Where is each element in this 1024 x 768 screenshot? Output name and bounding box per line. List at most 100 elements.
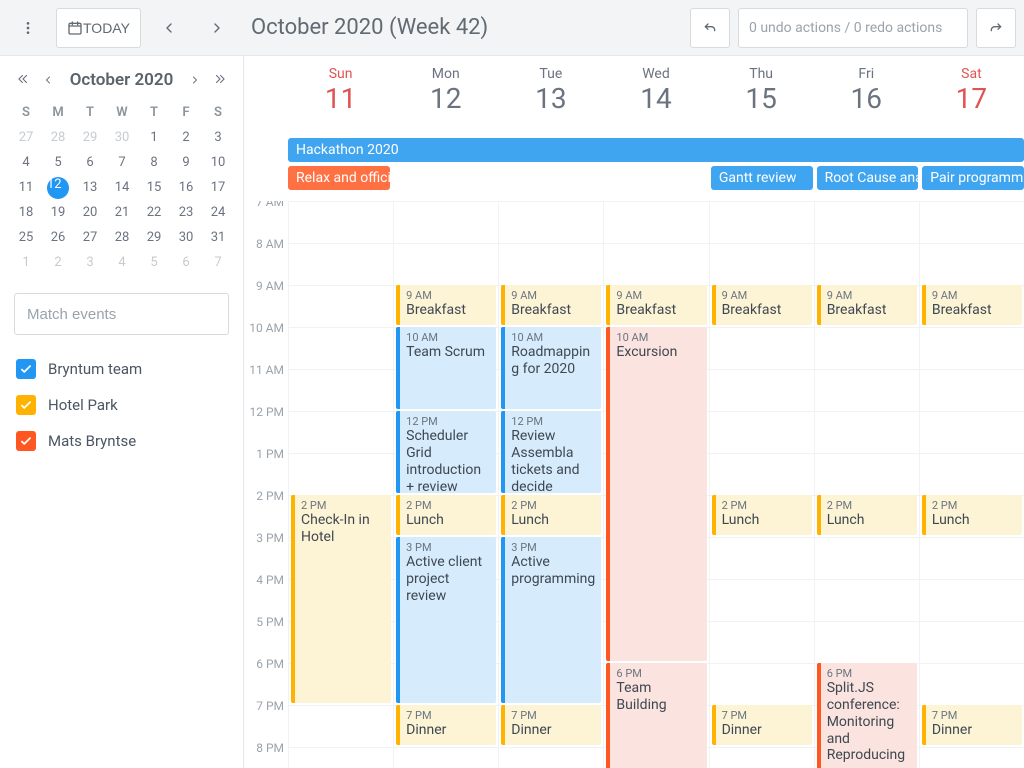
day-column[interactable]: 2 PMCheck-In in Hotel [288,201,393,768]
calendar-event[interactable]: 12 PMScheduler Grid introduction + revie… [396,411,496,493]
mini-day[interactable]: 27 [74,225,106,250]
mini-day[interactable]: 5 [42,150,74,175]
calendar-event[interactable]: 9 AMBreakfast [712,285,812,325]
mini-day[interactable]: 19 [42,200,74,225]
calendar-event[interactable]: 7 PMDinner [712,705,812,745]
day-column[interactable]: 9 AMBreakfast 2 PMLunch 7 PMDinner [919,201,1024,768]
mini-day[interactable]: 1 [10,250,42,275]
calendar-event[interactable]: 9 AMBreakfast [501,285,601,325]
mini-day[interactable]: 5 [138,250,170,275]
calendar-event[interactable]: 9 AMBreakfast [606,285,706,325]
resource-checkbox[interactable] [16,395,36,415]
allday-event-root[interactable]: Root Cause analysis [817,166,919,190]
day-header-cell[interactable]: Sat17 [919,56,1024,138]
mini-day[interactable]: 18 [10,200,42,225]
resource-checkbox[interactable] [16,359,36,379]
mini-day[interactable]: 25 [10,225,42,250]
today-button[interactable]: TODAY [56,8,141,48]
prev-week-button[interactable] [149,8,189,48]
calendar-event[interactable]: 10 AMTeam Scrum [396,327,496,409]
mini-day[interactable]: 28 [42,125,74,150]
resource-row[interactable]: Bryntum team [14,351,229,387]
mini-day[interactable]: 26 [42,225,74,250]
mini-day[interactable]: 22 [138,200,170,225]
mini-day[interactable]: 29 [138,225,170,250]
calendar-event[interactable]: 9 AMBreakfast [922,285,1022,325]
search-input[interactable] [14,293,229,335]
more-menu-button[interactable] [8,8,48,48]
mini-day[interactable]: 30 [170,225,202,250]
calendar-event[interactable]: 2 PMLunch [396,495,496,535]
day-column[interactable]: 9 AMBreakfast 2 PMLunch 6 PMSplit.JS confe… [814,201,919,768]
mini-next-month-button[interactable] [189,71,201,90]
mini-day[interactable]: 15 [138,175,170,200]
mini-day[interactable]: 30 [106,125,138,150]
calendar-event[interactable]: 2 PMLunch [922,495,1022,535]
mini-day[interactable]: 21 [106,200,138,225]
mini-day[interactable]: 13 [74,175,106,200]
allday-event-relax[interactable]: Relax and official arrival beer [288,166,390,190]
allday-event-hackathon[interactable]: Hackathon 2020 [288,138,1024,162]
mini-day[interactable]: 16 [170,175,202,200]
day-column[interactable]: 9 AMBreakfast 2 PMLunch 7 PMDinner [709,201,814,768]
day-header-cell[interactable]: Sun11 [288,56,393,138]
calendar-event[interactable]: 9 AMBreakfast [817,285,917,325]
mini-calendar-grid[interactable]: SMTWTFS272829301234567891011121314151617… [10,100,233,275]
resource-checkbox[interactable] [16,431,36,451]
calendar-event[interactable]: 6 PMTeam Building [606,663,706,768]
calendar-event[interactable]: 2 PMCheck-In in Hotel [291,495,391,703]
mini-day[interactable]: 23 [170,200,202,225]
mini-day[interactable]: 11 [10,175,42,200]
mini-day[interactable]: 2 [170,125,202,150]
allday-event-gantt[interactable]: Gantt review [711,166,813,190]
day-header-cell[interactable]: Thu15 [709,56,814,138]
mini-day[interactable]: 17 [202,175,234,200]
next-week-button[interactable] [197,8,237,48]
calendar-event[interactable]: 2 PMLunch [501,495,601,535]
day-header-cell[interactable]: Fri16 [814,56,919,138]
calendar-event[interactable]: 10 AMRoadmapping for 2020 [501,327,601,409]
resource-row[interactable]: Mats Bryntse [14,423,229,459]
time-grid[interactable]: 7 AM8 AM9 AM10 AM11 AM12 PM1 PM2 PM3 PM4… [244,201,1024,768]
undo-history-combo[interactable]: 0 undo actions / 0 redo actions [738,8,968,48]
mini-day[interactable]: 24 [202,200,234,225]
mini-day[interactable]: 28 [106,225,138,250]
day-column[interactable]: 9 AMBreakfast10 AMExcursion6 PMTeam Buil… [603,201,708,768]
mini-day[interactable]: 12 [42,175,74,200]
day-column[interactable]: 9 AMBreakfast10 AMTeam Scrum12 PMSchedul… [393,201,498,768]
calendar-event[interactable]: 7 PMDinner [922,705,1022,745]
calendar-event[interactable]: 6 PMSplit.JS conference: Monitoring and … [817,663,917,768]
mini-day[interactable]: 4 [106,250,138,275]
day-header-cell[interactable]: Tue13 [498,56,603,138]
mini-prev-year-button[interactable] [16,71,30,90]
mini-day[interactable]: 14 [106,175,138,200]
day-header-cell[interactable]: Wed14 [603,56,708,138]
redo-button[interactable] [976,8,1016,48]
allday-event-pair[interactable]: Pair programming [922,166,1024,190]
calendar-event[interactable]: 2 PMLunch [712,495,812,535]
calendar-event[interactable]: 9 AMBreakfast [396,285,496,325]
mini-day[interactable]: 31 [202,225,234,250]
mini-day[interactable]: 7 [106,150,138,175]
mini-next-year-button[interactable] [213,71,227,90]
calendar-event[interactable]: 7 PMDinner [501,705,601,745]
mini-day[interactable]: 29 [74,125,106,150]
calendar-event[interactable]: 12 PMReview Assembla tickets and decide [501,411,601,493]
mini-day[interactable]: 6 [170,250,202,275]
mini-day[interactable]: 6 [74,150,106,175]
mini-day[interactable]: 1 [138,125,170,150]
mini-day[interactable]: 8 [138,150,170,175]
day-column[interactable]: 9 AMBreakfast10 AMRoadmapping for 202012… [498,201,603,768]
undo-button[interactable] [690,8,730,48]
calendar-event[interactable]: 2 PMLunch [817,495,917,535]
mini-day[interactable]: 2 [42,250,74,275]
calendar-event[interactable]: 7 PMDinner [396,705,496,745]
mini-day[interactable]: 20 [74,200,106,225]
mini-day[interactable]: 9 [170,150,202,175]
calendar-event[interactable]: 3 PMActive programming [501,537,601,703]
resource-row[interactable]: Hotel Park [14,387,229,423]
day-header-cell[interactable]: Mon12 [393,56,498,138]
calendar-event[interactable]: 10 AMExcursion [606,327,706,661]
mini-prev-month-button[interactable] [42,71,54,90]
mini-day[interactable]: 3 [202,125,234,150]
